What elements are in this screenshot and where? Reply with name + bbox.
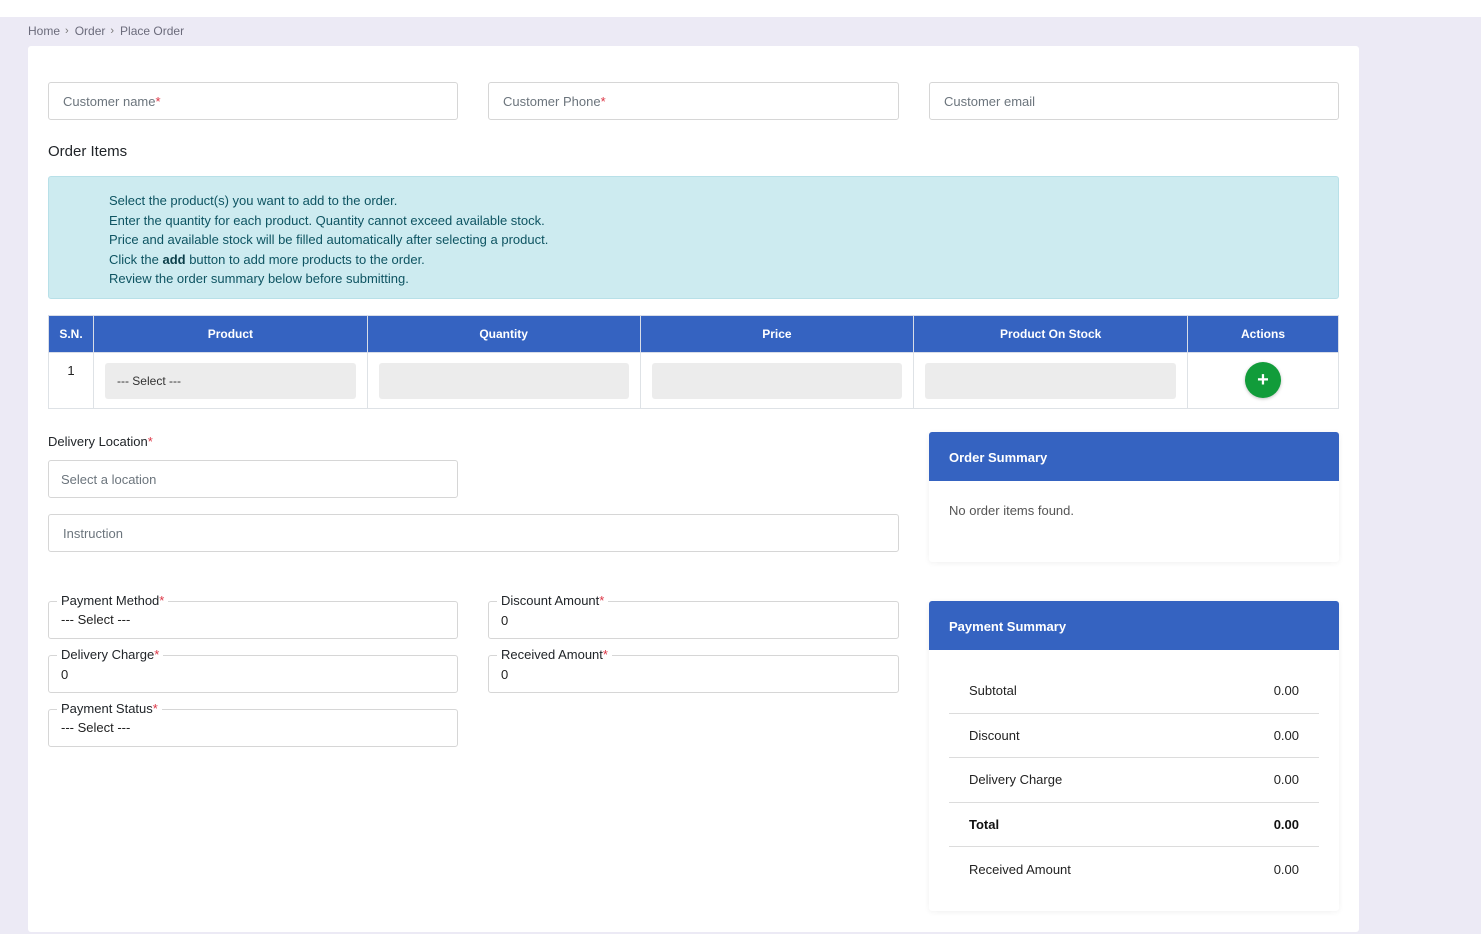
summary-row-total: Total 0.00 (949, 803, 1319, 847)
column-header-actions: Actions (1187, 315, 1339, 353)
discount-amount-value: 0 (501, 613, 509, 628)
customer-email-input[interactable]: Customer email (929, 82, 1339, 120)
breadcrumb-order[interactable]: Order (75, 24, 106, 38)
quantity-cell (366, 352, 641, 409)
payment-status-label: Payment Status* (57, 701, 162, 717)
customer-email-placeholder: Customer email (944, 94, 1036, 109)
actions-cell: + (1187, 352, 1339, 409)
customer-phone-placeholder: Customer Phone* (503, 94, 606, 109)
column-header-price: Price (639, 315, 915, 353)
column-header-sn: S.N. (48, 315, 94, 353)
summary-row-received: Received Amount 0.00 (969, 861, 1299, 877)
received-amount-value: 0 (501, 667, 509, 682)
instruction-line: Enter the quantity for each product. Qua… (109, 212, 545, 228)
discount-amount-label: Discount Amount* (497, 593, 609, 609)
row-sn: 1 (48, 352, 94, 409)
delivery-charge-label: Delivery Charge* (57, 647, 164, 663)
customer-phone-input[interactable]: Customer Phone* (488, 82, 899, 120)
delivery-location-placeholder: Select a location (61, 472, 157, 487)
payment-method-select[interactable]: Payment Method* --- Select --- (48, 593, 458, 639)
breadcrumb: Home › Order › Place Order (28, 24, 184, 38)
summary-row-discount: Discount 0.00 (949, 714, 1319, 758)
instruction-line: Review the order summary below before su… (109, 271, 409, 286)
column-header-quantity: Quantity (366, 315, 641, 353)
instruction-line: Price and available stock will be filled… (109, 232, 549, 247)
summary-row-subtotal: Subtotal 0.00 (949, 669, 1319, 714)
order-items-title: Order Items (48, 143, 128, 160)
payment-method-label: Payment Method* (57, 593, 169, 609)
delivery-charge-value: 0 (61, 667, 69, 682)
received-amount-label: Received Amount* (497, 647, 612, 663)
instruction-input[interactable]: Instruction (48, 514, 899, 552)
stock-field (925, 363, 1177, 399)
order-summary-panel: Order Summary No order items found. (929, 432, 1339, 562)
payment-method-value: --- Select --- (61, 612, 131, 627)
customer-name-placeholder: Customer name* (63, 94, 161, 109)
order-summary-title: Order Summary (929, 432, 1339, 481)
table-header-row: S.N. Product Quantity Price Product On S… (48, 315, 1339, 353)
chevron-right-icon: › (110, 25, 115, 37)
breadcrumb-home[interactable]: Home (28, 24, 60, 38)
delivery-location-select[interactable]: Select a location (48, 460, 458, 498)
breadcrumb-current: Place Order (120, 24, 185, 38)
received-amount-input[interactable]: Received Amount* 0 (488, 647, 899, 693)
instruction-placeholder: Instruction (63, 526, 123, 541)
table-row: 1 --- Select --- + (48, 352, 1339, 409)
price-cell (639, 352, 915, 409)
price-field (651, 363, 903, 399)
stock-cell (913, 352, 1189, 409)
payment-summary-title: Payment Summary (929, 601, 1339, 650)
plus-icon: + (1257, 368, 1269, 391)
quantity-input[interactable] (378, 363, 629, 399)
top-bar (0, 0, 1481, 17)
customer-name-input[interactable]: Customer name* (48, 82, 458, 120)
order-summary-empty: No order items found. (949, 503, 1075, 518)
product-select[interactable]: --- Select --- (104, 363, 356, 399)
column-header-product: Product (92, 315, 368, 353)
summary-row-delivery-charge: Delivery Charge 0.00 (949, 758, 1319, 803)
discount-amount-input[interactable]: Discount Amount* 0 (488, 593, 899, 639)
instruction-line: Click the add button to add more product… (109, 251, 425, 267)
chevron-right-icon: › (65, 25, 69, 37)
payment-summary-panel: Payment Summary Subtotal 0.00 Discount 0.0… (929, 601, 1339, 911)
payment-status-value: --- Select --- (61, 720, 131, 735)
instruction-line: Select the product(s) you want to add to… (109, 193, 398, 208)
column-header-stock: Product On Stock (913, 315, 1189, 353)
payment-status-select[interactable]: Payment Status* --- Select --- (48, 701, 458, 747)
add-item-button[interactable]: + (1245, 362, 1282, 398)
product-cell: --- Select --- (92, 352, 368, 409)
order-items-table: S.N. Product Quantity Price Product On S… (48, 315, 1339, 409)
instructions-alert: Select the product(s) you want to add to… (48, 176, 1339, 299)
delivery-location-label: Delivery Location* (48, 434, 153, 449)
payment-summary-list: Subtotal 0.00 Discount 0.00 Delivery Charg… (929, 650, 1339, 892)
delivery-charge-input[interactable]: Delivery Charge* 0 (48, 647, 458, 693)
